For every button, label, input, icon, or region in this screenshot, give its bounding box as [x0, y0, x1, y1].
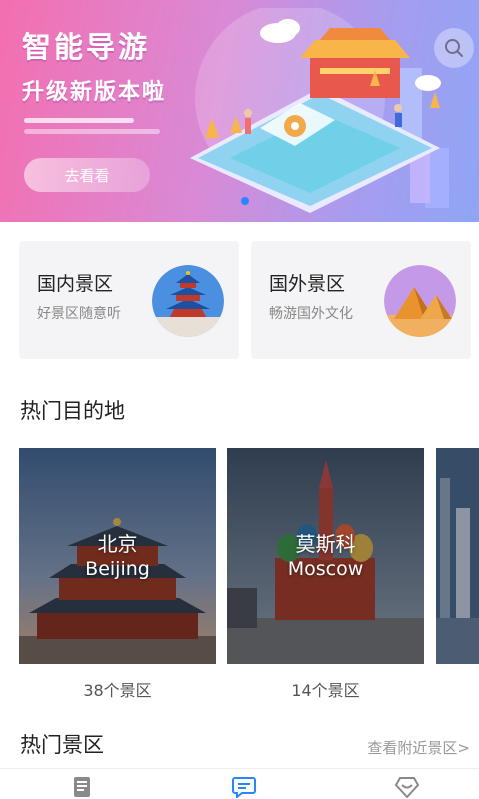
bottom-tab-bar	[0, 768, 479, 799]
banner-headline: 智能导游	[22, 30, 151, 64]
promo-banner[interactable]: 智能导游 升级新版本啦 去看看	[0, 0, 479, 222]
favorite-icon	[394, 777, 420, 798]
singapore-photo	[436, 448, 479, 664]
category-domestic-card[interactable]: 国内景区 好景区随意听	[19, 241, 239, 359]
banner-subline: 升级新版本啦	[22, 80, 167, 105]
category-subtitle: 好景区随意听	[37, 306, 121, 322]
banner-decoration	[24, 129, 160, 134]
tab-favorites[interactable]	[394, 775, 420, 799]
message-icon	[232, 777, 256, 798]
pyramids-image	[384, 265, 456, 337]
category-subtitle: 畅游国外文化	[269, 306, 353, 322]
banner-page-indicator	[241, 197, 249, 205]
destination-name-en: Moscow	[287, 558, 364, 580]
banner-decoration	[24, 118, 134, 123]
search-icon	[445, 39, 463, 57]
city-illustration	[190, 8, 449, 213]
tab-guide[interactable]	[69, 775, 95, 799]
category-overseas-card[interactable]: 国外景区 畅游国外文化	[251, 241, 471, 359]
destination-card-partial[interactable]	[436, 448, 479, 664]
temple-of-heaven-image	[152, 265, 224, 337]
category-title: 国外景区	[269, 273, 346, 295]
destination-name-cn: 北京	[97, 532, 138, 556]
book-icon	[74, 777, 90, 797]
destination-count: 14个景区	[291, 681, 360, 700]
search-button[interactable]	[434, 28, 474, 68]
destination-card-beijing[interactable]: 北京 Beijing	[19, 448, 216, 664]
tab-messages[interactable]	[231, 775, 257, 799]
destination-name-cn: 莫斯科	[295, 532, 356, 556]
destination-card-moscow[interactable]: 莫斯科 Moscow	[227, 448, 424, 664]
banner-go-button[interactable]: 去看看	[24, 158, 150, 192]
hot-destinations-title: 热门目的地	[20, 399, 125, 423]
category-title: 国内景区	[37, 273, 114, 295]
destination-count: 38个景区	[83, 681, 152, 700]
destination-name-en: Beijing	[85, 558, 150, 580]
view-nearby-link[interactable]: 查看附近景区>	[367, 737, 470, 758]
hot-spots-title: 热门景区	[20, 733, 104, 757]
